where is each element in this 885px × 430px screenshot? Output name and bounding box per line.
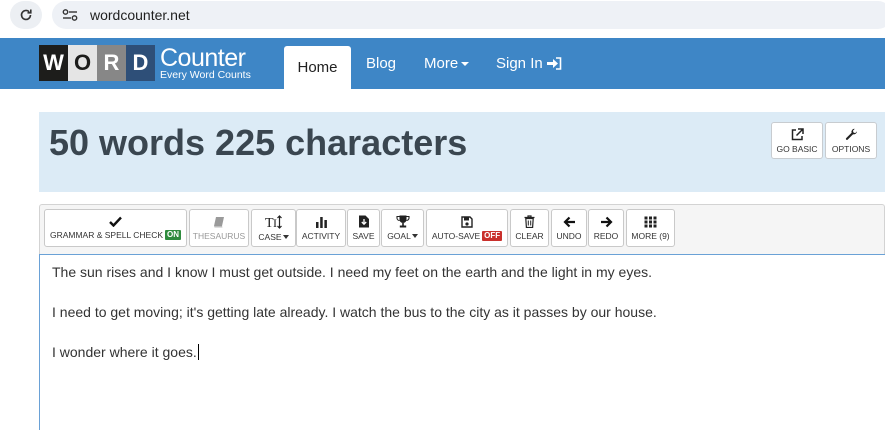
- svg-text:I: I: [273, 216, 277, 229]
- goal-button[interactable]: GOAL: [381, 209, 424, 247]
- nav-sign-in[interactable]: Sign In: [496, 38, 562, 89]
- caret-down-icon: [411, 234, 418, 238]
- thesaurus-button[interactable]: THESAURUS: [189, 209, 249, 247]
- auto-save-off-badge: OFF: [482, 230, 503, 241]
- case-label: CASE: [258, 231, 282, 242]
- editor-toolbar: GRAMMAR & SPELL CHECK ON THESAURUS T I C…: [39, 204, 885, 254]
- arrow-right-icon: [600, 216, 613, 227]
- nav-more-label: More: [424, 55, 459, 72]
- activity-button[interactable]: ACTIVITY: [296, 209, 346, 247]
- file-download-icon: [358, 215, 369, 228]
- external-link-icon: [791, 127, 804, 140]
- nav-home[interactable]: Home: [284, 46, 351, 89]
- grid-icon: [644, 216, 657, 227]
- activity-label: ACTIVITY: [301, 230, 341, 241]
- nav-more[interactable]: More: [424, 38, 470, 89]
- grammar-label: GRAMMAR & SPELL CHECK: [49, 230, 164, 240]
- reload-icon: [20, 9, 32, 21]
- site-nav: W O R D Counter Every Word Counts Home B…: [0, 38, 885, 89]
- nav-sign-in-label: Sign In: [496, 55, 543, 72]
- caret-down-icon: [461, 61, 470, 66]
- editor-paragraph: The sun rises and I know I must get outs…: [52, 264, 652, 280]
- logo-wordmark: Counter Every Word Counts: [160, 43, 251, 81]
- redo-button[interactable]: REDO: [588, 209, 624, 247]
- save-label: SAVE: [352, 231, 375, 241]
- more-button[interactable]: MORE (9): [626, 209, 675, 247]
- text-cursor: [197, 344, 199, 360]
- wrench-icon: [845, 128, 857, 140]
- trash-icon: [524, 215, 535, 228]
- auto-save-label: AUTO-SAVE: [431, 230, 481, 241]
- go-basic-label: GO BASIC: [776, 143, 818, 154]
- redo-label: REDO: [593, 230, 619, 241]
- thesaurus-label: THESAURUS: [192, 230, 246, 241]
- go-basic-button[interactable]: GO BASIC: [771, 122, 823, 159]
- logo-letter: O: [68, 45, 97, 81]
- text-editor[interactable]: The sun rises and I know I must get outs…: [39, 254, 885, 430]
- caret-down-icon: [282, 234, 289, 239]
- undo-button[interactable]: UNDO: [551, 209, 587, 247]
- more-label: MORE (9): [631, 230, 670, 241]
- auto-save-button[interactable]: AUTO-SAVE OFF: [426, 209, 508, 247]
- clear-button[interactable]: CLEAR: [510, 209, 549, 247]
- grammar-on-badge: ON: [165, 230, 182, 240]
- logo-letter: D: [126, 45, 155, 81]
- editor-paragraph-last: I wonder where it goes.: [52, 344, 199, 360]
- sign-in-icon: [546, 57, 562, 70]
- editor-paragraph: I need to get moving; it's getting late …: [52, 304, 657, 320]
- word-character-count: 50 words 225 characters: [49, 122, 468, 163]
- options-label: OPTIONS: [831, 143, 871, 154]
- address-bar[interactable]: wordcounter.net: [52, 1, 885, 29]
- site-logo[interactable]: W O R D Counter Every Word Counts: [39, 45, 251, 81]
- editor-paragraph: I wonder where it goes.: [52, 344, 197, 360]
- save-button[interactable]: SAVE: [347, 209, 380, 247]
- url-text[interactable]: wordcounter.net: [90, 7, 190, 23]
- text-height-icon: T I: [265, 214, 282, 229]
- options-button[interactable]: OPTIONS: [825, 122, 877, 159]
- logo-tagline: Every Word Counts: [160, 68, 251, 81]
- count-header: 50 words 225 characters GO BASIC OPTIONS: [39, 112, 885, 192]
- undo-label: UNDO: [556, 230, 582, 241]
- checkmark-icon: [109, 216, 122, 227]
- grammar-spell-check-button[interactable]: GRAMMAR & SPELL CHECK ON: [44, 209, 187, 247]
- browser-bar: wordcounter.net: [0, 0, 885, 31]
- reload-button[interactable]: [10, 1, 42, 29]
- logo-letter: W: [39, 45, 68, 81]
- trophy-icon: [395, 215, 410, 228]
- floppy-disk-icon: [461, 215, 473, 228]
- logo-letter: R: [97, 45, 126, 81]
- bar-chart-icon: [315, 216, 327, 228]
- site-info-icon[interactable]: [62, 8, 78, 22]
- arrow-left-icon: [562, 216, 575, 227]
- goal-label: GOAL: [387, 231, 411, 241]
- book-icon: [214, 216, 224, 227]
- logo-counter: Counter: [160, 43, 246, 72]
- nav-blog[interactable]: Blog: [366, 38, 396, 89]
- clear-label: CLEAR: [515, 231, 544, 241]
- case-button[interactable]: T I CASE: [251, 209, 296, 247]
